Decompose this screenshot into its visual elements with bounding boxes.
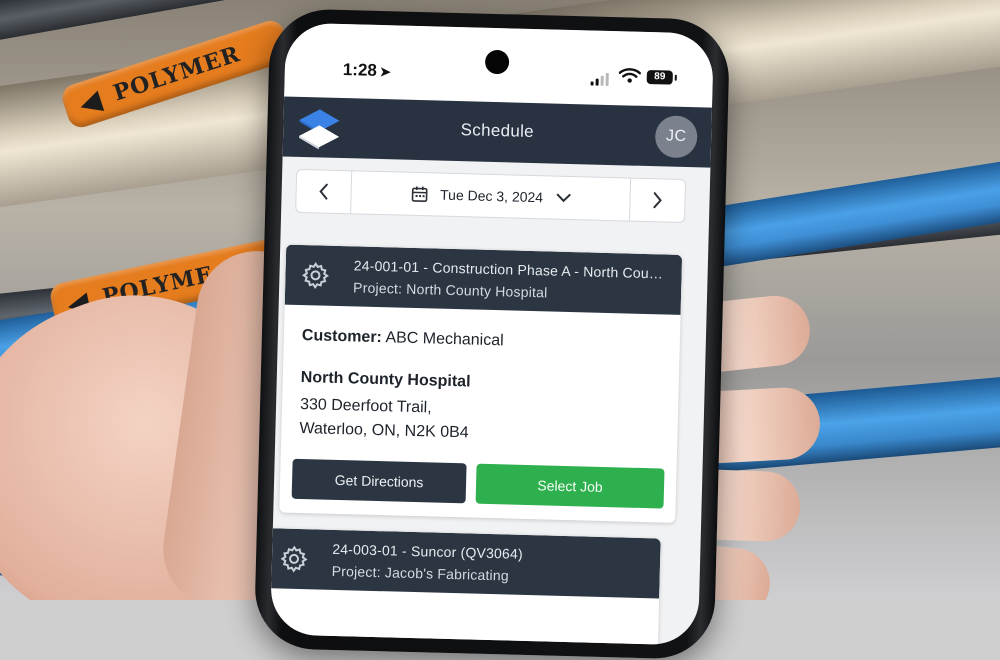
cellular-signal-icon	[591, 72, 609, 85]
selected-date: Tue Dec 3, 2024	[440, 187, 543, 206]
site-name: North County Hospital	[301, 369, 661, 396]
job-card-body: Customer: ABC Mechanical North County Ho…	[281, 305, 680, 451]
status-time: 1:28➤	[343, 60, 391, 81]
job-card-header: 24-003-01 - Suncor (QV3064) Project: Jac…	[270, 528, 661, 598]
chevron-down-icon	[555, 193, 571, 203]
page-title: Schedule	[283, 115, 711, 146]
job-title: 24-001-01 - Construction Phase A - North…	[354, 257, 664, 281]
job-card[interactable]: 24-003-01 - Suncor (QV3064) Project: Jac…	[270, 528, 661, 645]
battery-icon: 89	[647, 70, 673, 85]
user-avatar[interactable]: JC	[655, 115, 698, 158]
phone-screen: 1:28➤ 89 Schedule JC	[270, 23, 714, 646]
gear-icon[interactable]	[301, 261, 330, 290]
status-bar: 1:28➤ 89	[284, 23, 714, 108]
select-job-button[interactable]: Select Job	[476, 464, 665, 509]
chevron-left-icon	[317, 182, 329, 200]
gear-icon[interactable]	[280, 545, 309, 574]
site-address: 330 Deerfoot Trail, Waterloo, ON, N2K 0B…	[299, 393, 660, 450]
front-camera	[485, 50, 510, 75]
job-title: 24-003-01 - Suncor (QV3064)	[332, 541, 642, 565]
job-project: Project: North County Hospital	[353, 279, 548, 300]
previous-day-button[interactable]	[296, 170, 352, 213]
arrow-left-icon: ◀	[76, 84, 106, 120]
chevron-right-icon	[651, 191, 663, 209]
get-directions-button[interactable]: Get Directions	[292, 459, 467, 504]
job-project: Project: Jacob's Fabricating	[332, 563, 509, 584]
date-picker: Tue Dec 3, 2024	[295, 169, 686, 223]
job-card-header: 24-001-01 - Construction Phase A - North…	[285, 245, 682, 315]
location-arrow-icon: ➤	[380, 64, 391, 79]
phone: 1:28➤ 89 Schedule JC	[254, 8, 731, 660]
calendar-icon	[410, 185, 428, 203]
app-header: Schedule JC	[283, 96, 712, 167]
date-dropdown[interactable]: Tue Dec 3, 2024	[351, 171, 630, 220]
wifi-icon	[619, 67, 641, 84]
customer-name: ABC Mechanical	[385, 329, 504, 349]
job-actions: Get Directions Select Job	[292, 459, 665, 509]
customer-line: Customer: ABC Mechanical	[302, 327, 662, 354]
next-day-button[interactable]	[629, 179, 685, 222]
job-card[interactable]: 24-001-01 - Construction Phase A - North…	[279, 245, 682, 523]
